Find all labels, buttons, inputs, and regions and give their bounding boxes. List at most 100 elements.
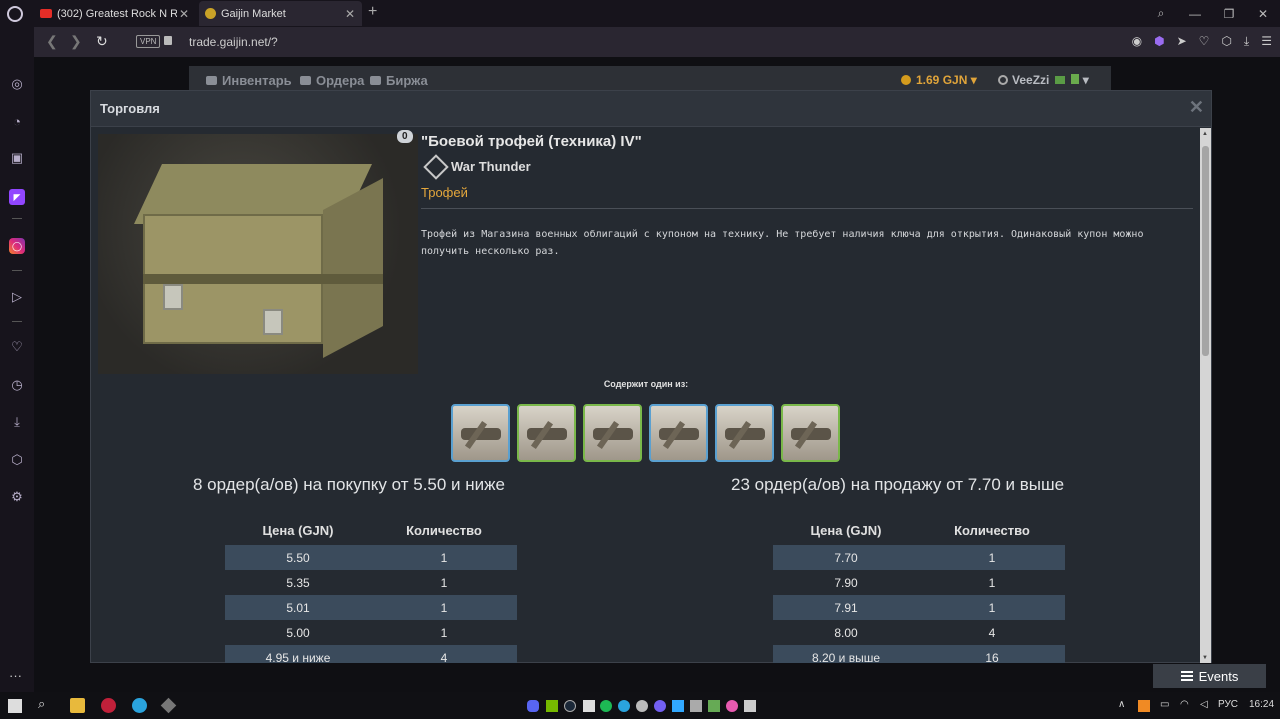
shield-icon[interactable]: ⬢ [1154,34,1164,49]
send-icon[interactable]: ▷ [9,289,25,305]
tray-app-icon[interactable] [690,700,702,712]
table-row[interactable]: 5.35 1 [225,570,517,595]
quantity-cell: 1 [440,625,448,640]
more-icon[interactable]: ··· [9,668,22,683]
tab-close-icon[interactable]: ✕ [177,7,191,21]
table-row[interactable]: 7.91 1 [773,595,1065,620]
scroll-thumb[interactable] [1202,146,1209,356]
heart-icon[interactable]: ♡ [1199,34,1210,49]
bag-icon[interactable]: ▣ [9,150,25,166]
modal-header: Торговля ✕ [91,91,1211,127]
events-button[interactable]: Events [1153,664,1266,688]
content-item-thumbnail[interactable] [715,404,774,462]
tab-close-icon[interactable]: ✕ [343,7,357,21]
scroll-up-icon[interactable]: ▲ [1202,131,1208,137]
search-tabs-icon[interactable]: ⌕ [1144,6,1178,21]
send-icon[interactable]: ➤ [1177,34,1187,49]
history-icon[interactable]: ◷ [9,377,25,393]
table-row[interactable]: 7.70 1 [773,545,1065,570]
download-icon[interactable]: ⤓ [9,414,25,430]
web-page: Инвентарь Ордера Биржа 1.69 GJN ▾ VeeZzi… [34,57,1280,692]
tray-app-icon[interactable] [708,700,720,712]
balance-dropdown[interactable]: 1.69 GJN ▾ [901,73,977,87]
modal-scrollbar[interactable]: ▲ ▼ [1200,128,1211,663]
sell-orders-title: 23 ордер(а/ов) на продажу от 7.70 и выше [731,475,1065,494]
content-item-thumbnail[interactable] [517,404,576,462]
tray-app-icon[interactable] [636,700,648,712]
volume-icon[interactable]: ◁ [1200,699,1208,710]
telegram-tray-icon[interactable] [618,700,630,712]
battery-icon[interactable]: ▭ [1160,699,1169,710]
quantity-header: Количество [406,523,482,538]
photoshop-icon[interactable] [672,700,684,712]
cube-icon[interactable]: ⬡ [9,452,25,468]
table-row[interactable]: 5.00 1 [225,620,517,645]
explorer-icon[interactable] [70,698,85,713]
close-window-icon[interactable]: ✕ [1246,7,1280,21]
inventory-icon [206,76,217,85]
discord-icon[interactable] [527,700,539,712]
content-item-thumbnail[interactable] [583,404,642,462]
price-cell: 7.90 [834,575,858,590]
content-item-thumbnail[interactable] [451,404,510,462]
instagram-icon[interactable]: ◯ [9,238,25,254]
table-row[interactable]: 7.90 1 [773,570,1065,595]
close-icon[interactable]: ✕ [1189,97,1204,118]
telegram-icon[interactable] [132,698,147,713]
speed-dial-icon[interactable]: ◔ [9,113,25,129]
settings-icon[interactable]: ⚙ [9,489,25,505]
table-row[interactable]: 5.01 1 [225,595,517,620]
mail-icon [1055,76,1066,84]
tray-app-icon[interactable] [1138,700,1150,712]
steam-icon[interactable] [564,700,576,712]
tray-app-icon[interactable] [744,700,756,712]
wifi-icon[interactable]: ◠ [1180,699,1189,710]
vpn-badge[interactable]: VPN [136,35,161,48]
menu-icon[interactable]: ☰ [1261,34,1272,49]
cube-icon[interactable]: ⬡ [1221,34,1231,49]
camera-icon[interactable]: ◉ [1132,34,1142,49]
reload-icon[interactable]: ↻ [96,33,108,50]
viber-icon[interactable] [654,700,666,712]
opera-menu-icon[interactable] [7,6,23,22]
game-name: War Thunder [451,159,531,174]
tray-chevron-icon[interactable]: ∧ [1118,699,1125,710]
forward-icon[interactable]: ❯ [70,33,82,50]
scroll-down-icon[interactable]: ▼ [1202,655,1208,661]
url-field[interactable]: trade.gaijin.net/? [189,35,278,49]
tab-gaijin-market[interactable]: Gaijin Market ✕ [199,1,362,26]
table-row[interactable]: 8.00 4 [773,620,1065,645]
download-icon[interactable]: ⤓ [1244,34,1249,49]
twitch-icon[interactable]: ◤ [9,189,25,205]
nav-inventory[interactable]: Инвентарь [206,73,292,88]
opera-icon[interactable] [101,698,116,713]
tray-app-icon[interactable] [726,700,738,712]
clock[interactable]: 16:24 [1249,699,1274,710]
tab-youtube[interactable]: (302) Greatest Rock N Roll ✕ [34,1,196,26]
language-indicator[interactable]: РУС [1218,699,1238,710]
price-cell: 8.20 и выше [811,650,881,664]
back-icon[interactable]: ❮ [46,33,58,50]
heart-icon[interactable]: ♡ [9,339,25,355]
gamepad-icon[interactable]: ◎ [9,76,25,92]
app-icon[interactable] [583,700,595,712]
war-thunder-taskbar-icon[interactable] [160,697,177,714]
windows-start-icon[interactable] [8,699,22,713]
restore-icon[interactable]: ❐ [1212,7,1246,21]
coin-icon [901,75,911,85]
new-tab-button[interactable]: + [368,3,377,21]
nav-exchange[interactable]: Биржа [370,73,428,88]
content-item-thumbnail[interactable] [649,404,708,462]
table-row[interactable]: 4.95 и ниже 4 [225,645,517,663]
lock-icon[interactable] [164,36,172,45]
table-row[interactable]: 5.50 1 [225,545,517,570]
spotify-icon[interactable] [600,700,612,712]
nvidia-icon[interactable] [546,700,558,712]
minimize-icon[interactable]: — [1178,7,1212,21]
item-name: "Боевой трофей (техника) IV" [421,133,642,150]
search-icon[interactable]: ⌕ [38,696,53,711]
user-dropdown[interactable]: VeeZzi ▾ [998,73,1089,87]
content-item-thumbnail[interactable] [781,404,840,462]
nav-orders[interactable]: Ордера [300,73,364,88]
table-row[interactable]: 8.20 и выше 16 [773,645,1065,663]
